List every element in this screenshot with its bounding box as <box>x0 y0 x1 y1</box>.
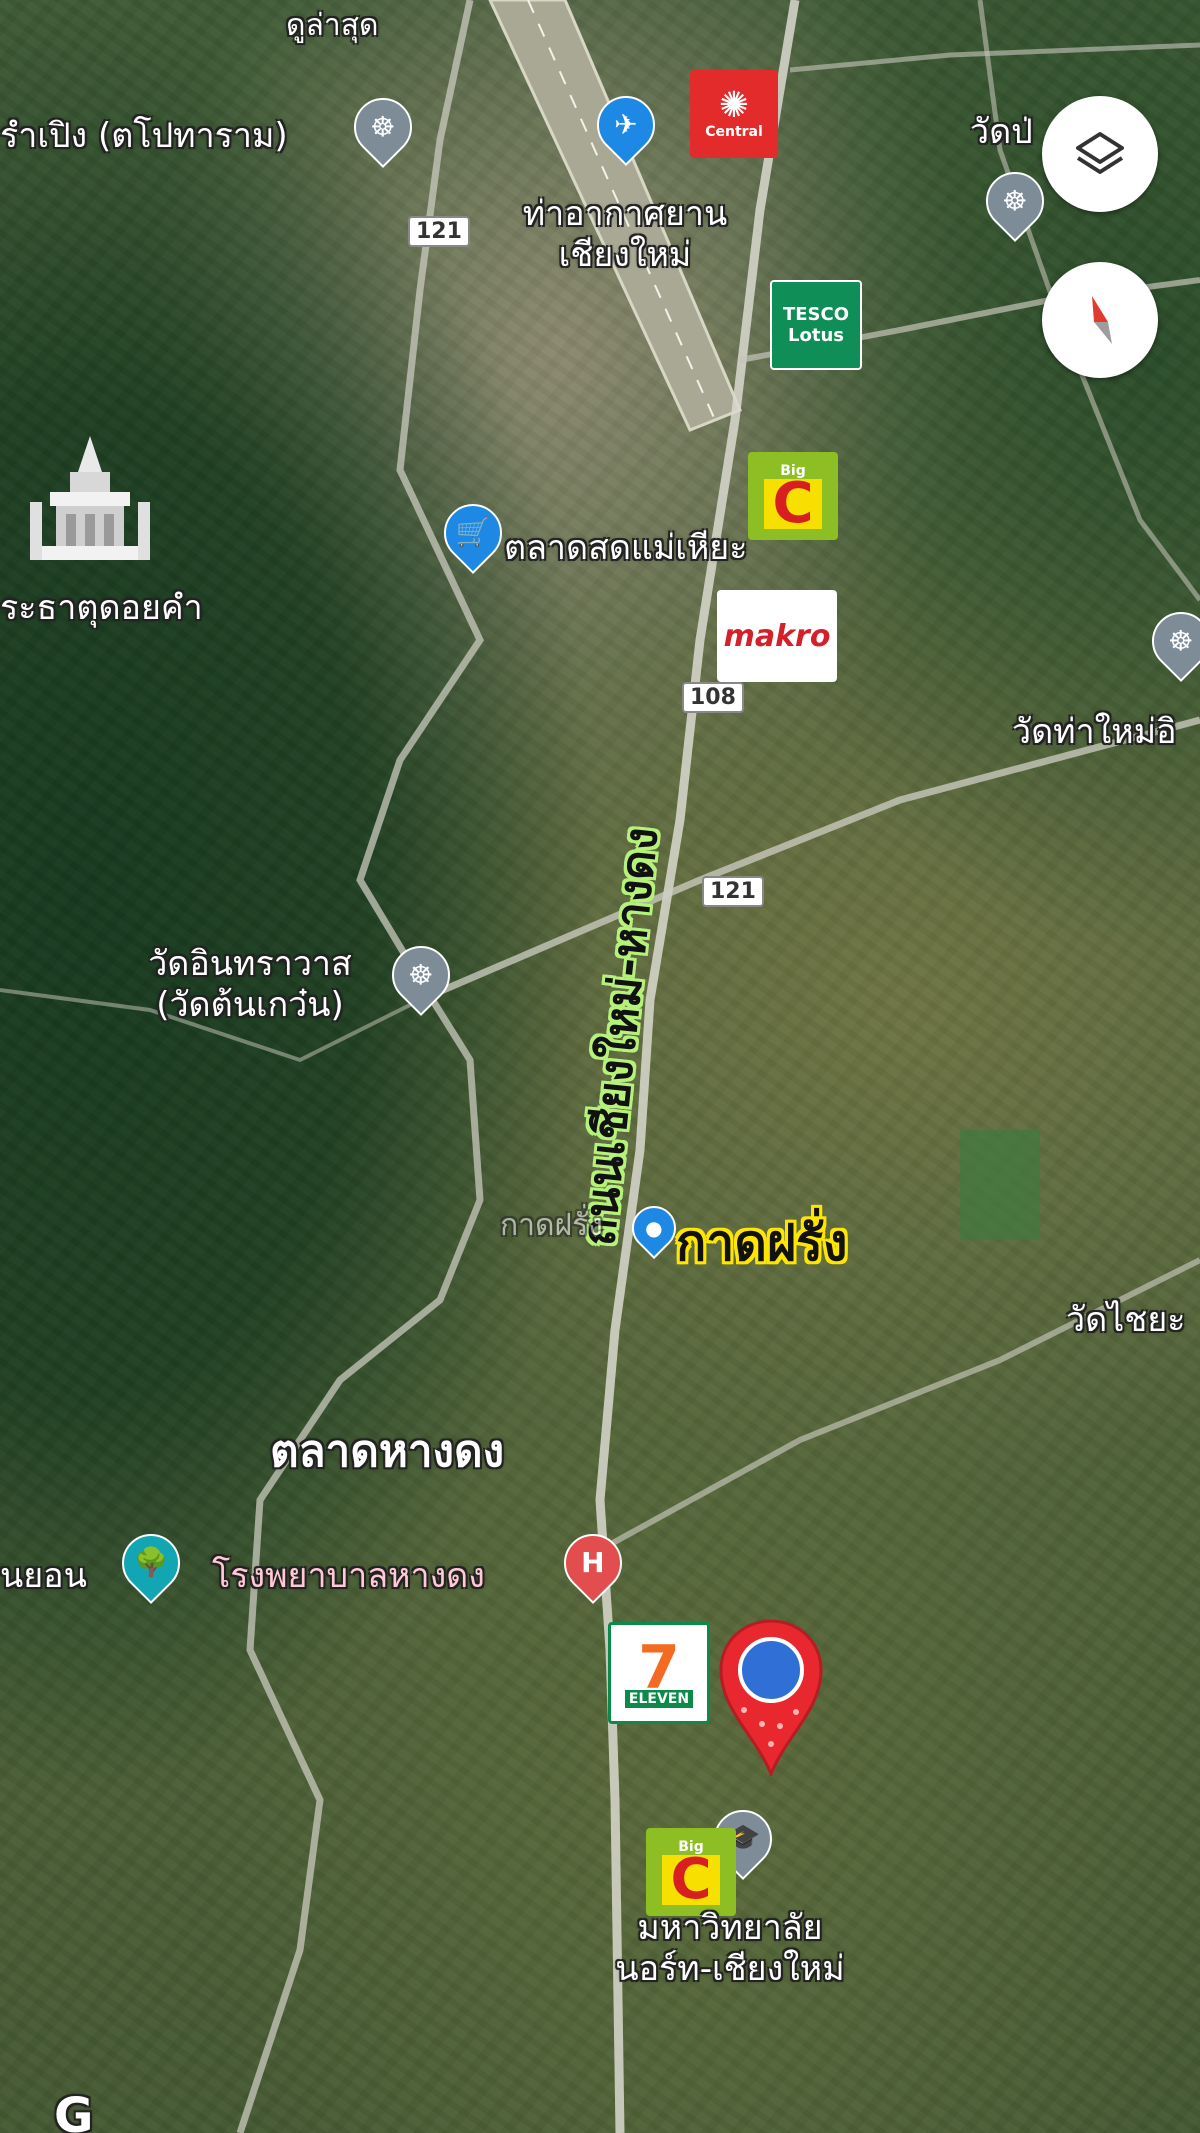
layers-icon <box>1076 132 1124 174</box>
central-logo[interactable]: ✺ Central <box>690 70 778 158</box>
park-label[interactable]: นยอน <box>0 1556 87 1597</box>
temple-icon: ☸ <box>1002 184 1028 218</box>
temple-label-left[interactable]: รำเปิง (ตโปทาราม) <box>0 116 288 157</box>
tesco-lotus-logo[interactable]: TESCO Lotus <box>770 280 862 370</box>
wat-chai-label[interactable]: วัดไชยะ <box>1066 1300 1186 1341</box>
village-label[interactable]: ดูล่าสุด <box>286 8 379 44</box>
location-pin-icon[interactable] <box>718 1618 824 1779</box>
hospital-label[interactable]: โรงพยาบาลหางดง <box>212 1556 485 1597</box>
wat-in-label[interactable]: วัดอินทราวาส (วัดต้นเกว๋น) <box>120 944 380 1026</box>
hang-dong-market-label[interactable]: ตลาดหางดง <box>270 1426 504 1479</box>
bigc-logo-top[interactable]: Big C <box>748 452 838 540</box>
central-emblem-icon: ✺ <box>718 85 750 126</box>
airport-icon: ✈ <box>614 108 638 141</box>
doi-kham-label[interactable]: ระธาตุดอยคำ <box>0 588 203 629</box>
route-shield-121: 121 <box>408 216 470 247</box>
temple-icon: ☸ <box>1168 624 1194 658</box>
map-canvas[interactable]: 121 108 121 ดูล่าสุด รำเปิง (ตโปทาราม) ☸… <box>0 0 1200 2133</box>
temple-icon: ☸ <box>370 110 396 144</box>
temple-landmark-icon[interactable] <box>20 432 160 572</box>
shopping-bag-icon: ● <box>645 1216 663 1241</box>
temple-label-right-top[interactable]: วัดป่ <box>970 112 1033 153</box>
kad-farang-highlight-label[interactable]: กาดฝรั่ง <box>676 1204 847 1283</box>
kad-farang-small-label: กาดฝรั่ง <box>500 1208 603 1243</box>
makro-logo[interactable]: makro <box>717 590 837 682</box>
seven-eleven-logo[interactable]: 7 ELEVEN <box>608 1622 710 1724</box>
field-plots <box>960 1130 1040 1240</box>
compass-icon <box>1092 296 1112 344</box>
hospital-icon: H <box>581 1546 605 1579</box>
wat-tha-mai-label[interactable]: วัดท่าใหม่อิ <box>1012 712 1177 753</box>
route-shield-121-east: 121 <box>702 876 764 907</box>
google-logo-fragment: G <box>54 2088 94 2133</box>
road-121-east <box>418 716 1200 1004</box>
park-icon: 🌳 <box>133 1546 169 1579</box>
airport-label[interactable]: ท่าอากาศยาน เชียงใหม่ <box>490 194 760 276</box>
compass-button[interactable] <box>1042 262 1158 378</box>
layers-button[interactable] <box>1042 96 1158 212</box>
university-label[interactable]: มหาวิทยาลัย นอร์ท-เชียงใหม่ <box>560 1908 900 1990</box>
route-shield-108: 108 <box>682 682 744 713</box>
shopping-cart-icon: 🛒 <box>455 516 491 549</box>
road-121-west <box>236 0 485 2133</box>
bigc-logo-bottom[interactable]: Big C <box>646 1828 736 1916</box>
temple-icon: ☸ <box>408 958 434 992</box>
fresh-market-label[interactable]: ตลาดสดแม่เหียะ <box>504 528 747 569</box>
